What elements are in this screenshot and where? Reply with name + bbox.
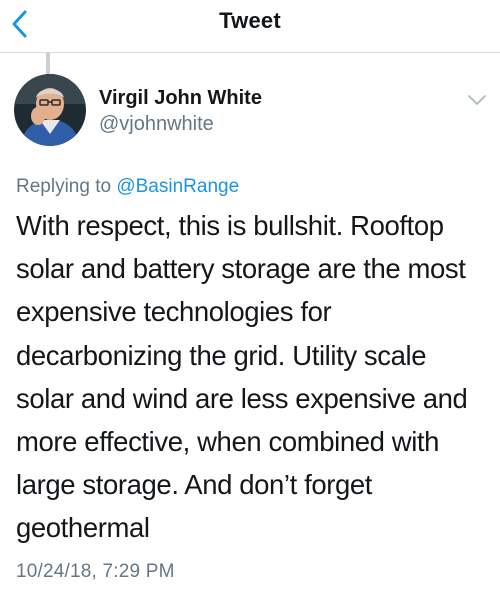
avatar[interactable] xyxy=(14,74,86,146)
page-title: Tweet xyxy=(219,8,281,33)
chevron-down-icon xyxy=(468,95,486,105)
nav-bar: Tweet xyxy=(0,0,500,53)
tweet-text: With respect, this is bullshit. Rooftop … xyxy=(16,210,468,544)
author-handle[interactable]: @vjohnwhite xyxy=(99,113,214,136)
replying-to-line: Replying to @BasinRange xyxy=(16,176,239,198)
author-name[interactable]: Virgil John White xyxy=(99,87,262,110)
tweet-timestamp: 10/24/18, 7:29 PM xyxy=(16,561,175,582)
thread-connector-line xyxy=(46,52,50,74)
replying-to-mention[interactable]: @BasinRange xyxy=(116,176,239,197)
more-options-button[interactable] xyxy=(466,92,488,108)
profile-photo xyxy=(14,74,86,146)
replying-to-label: Replying to xyxy=(16,176,117,197)
